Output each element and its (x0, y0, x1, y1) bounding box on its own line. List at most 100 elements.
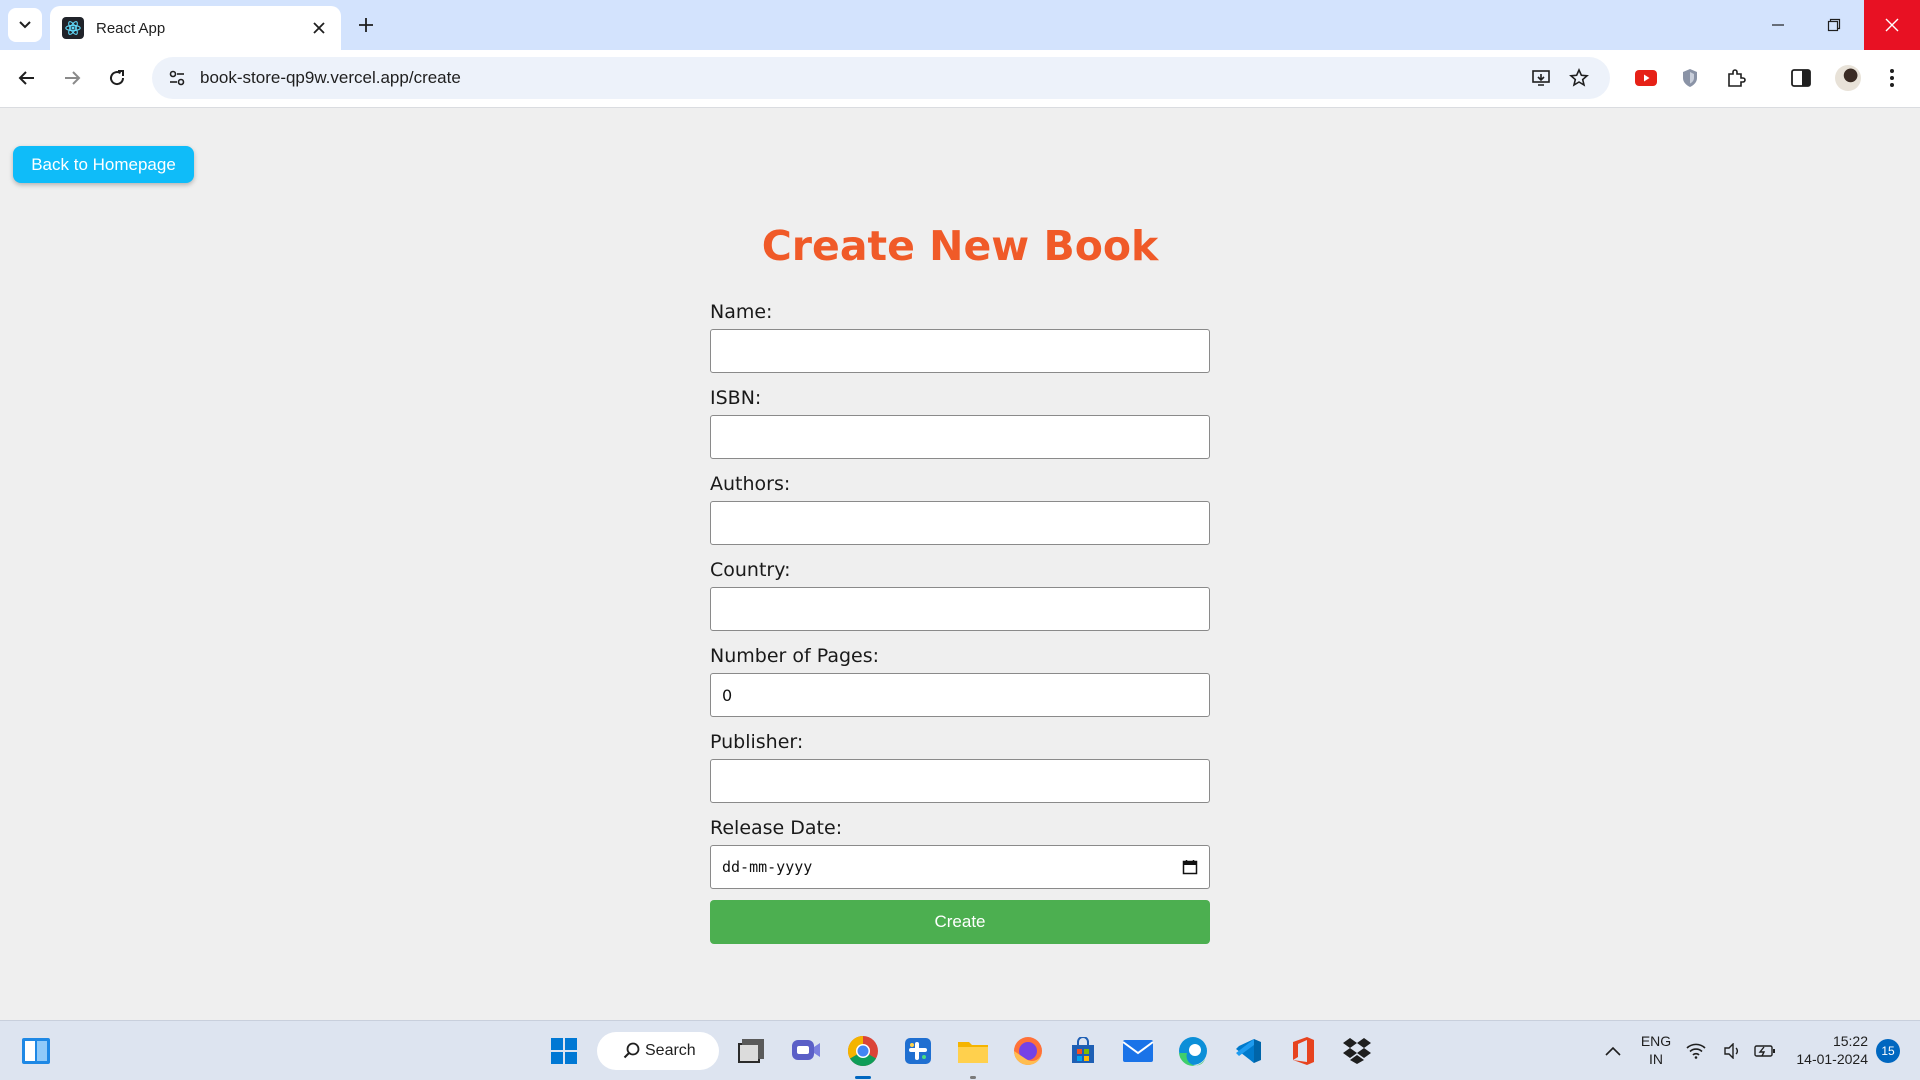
calendar-icon[interactable] (1182, 859, 1198, 875)
forward-nav-button[interactable] (55, 61, 89, 95)
extensions-button[interactable] (1720, 62, 1752, 94)
taskbar-search[interactable]: Search (597, 1032, 719, 1070)
install-app-button[interactable] (1524, 61, 1558, 95)
vscode-icon (1236, 1039, 1261, 1063)
reload-button[interactable] (100, 61, 134, 95)
authors-input[interactable] (710, 501, 1210, 545)
close-icon (1885, 18, 1899, 32)
page-title: Create New Book (761, 222, 1159, 270)
teams-meet-button[interactable] (786, 1031, 826, 1071)
publisher-input[interactable] (710, 759, 1210, 803)
start-button[interactable] (544, 1031, 584, 1071)
pages-label: Number of Pages: (710, 645, 880, 667)
task-view-icon (738, 1039, 764, 1063)
browser-menu-button[interactable] (1876, 62, 1908, 94)
tab-search-button[interactable] (8, 8, 42, 42)
mail-icon (1122, 1040, 1154, 1062)
chevron-up-icon (1605, 1046, 1621, 1056)
url-text: book-store-qp9w.vercel.app/create (200, 68, 461, 87)
file-explorer-button[interactable] (953, 1031, 993, 1079)
firefox-button[interactable] (1008, 1031, 1048, 1071)
shield-extension[interactable] (1674, 62, 1706, 94)
shield-icon (1683, 69, 1697, 87)
edge-button[interactable] (1173, 1031, 1213, 1071)
meet-icon (792, 1040, 820, 1060)
search-icon (623, 1042, 640, 1059)
side-panel-icon (1791, 69, 1811, 87)
windows-logo-icon (551, 1038, 577, 1064)
plus-icon (359, 18, 373, 32)
chrome-icon (847, 1036, 878, 1067)
avatar (1835, 65, 1861, 91)
dropbox-button[interactable] (1337, 1031, 1377, 1071)
restore-button[interactable] (1806, 0, 1862, 50)
bookmark-button[interactable] (1562, 61, 1596, 95)
react-favicon-icon (62, 17, 84, 39)
notification-count-badge[interactable]: 15 (1876, 1039, 1900, 1063)
mail-button[interactable] (1118, 1031, 1158, 1071)
language-indicator[interactable]: ENG IN (1640, 1032, 1672, 1068)
back-to-homepage-button[interactable]: Back to Homepage (13, 146, 194, 183)
isbn-input[interactable] (710, 415, 1210, 459)
volume-status[interactable] (1720, 1031, 1746, 1071)
more-vertical-icon (1890, 69, 1894, 87)
wifi-status[interactable] (1683, 1031, 1709, 1071)
isbn-label: ISBN: (710, 387, 762, 409)
name-label: Name: (710, 301, 773, 323)
folder-icon (958, 1042, 988, 1063)
minimize-button[interactable] (1750, 0, 1806, 50)
create-book-form: Name: ISBN: Authors: Country: Number of … (710, 298, 1210, 944)
widgets-icon (22, 1038, 50, 1064)
restore-icon (1827, 18, 1841, 32)
release-date-input[interactable]: dd-mm-yyyy (710, 845, 1210, 889)
office-button[interactable] (1283, 1031, 1323, 1071)
microsoft-store-button[interactable] (1063, 1031, 1103, 1071)
authors-label: Authors: (710, 473, 791, 495)
star-icon (1569, 68, 1589, 87)
browser-tab[interactable]: React App (50, 6, 341, 50)
new-tab-button[interactable] (353, 12, 379, 38)
clock[interactable]: 15:22 14-01-2024 (1788, 1032, 1868, 1068)
slack-button[interactable] (898, 1031, 938, 1071)
release-date-label: Release Date: (710, 817, 843, 839)
profile-button[interactable] (1832, 62, 1864, 94)
youtube-icon (1635, 70, 1657, 86)
running-indicator (970, 1076, 976, 1079)
volume-icon (1724, 1043, 1738, 1059)
widgets-button[interactable] (16, 1031, 56, 1071)
create-button[interactable]: Create (710, 900, 1210, 944)
wifi-icon (1686, 1043, 1706, 1059)
arrow-left-icon (18, 71, 34, 85)
back-nav-button[interactable] (10, 61, 44, 95)
window-close-button[interactable] (1864, 0, 1920, 50)
edge-icon (1179, 1037, 1207, 1066)
install-icon (1532, 70, 1550, 86)
vscode-button[interactable] (1228, 1031, 1268, 1071)
minimize-icon (1772, 24, 1784, 26)
chrome-taskbar-button[interactable] (843, 1031, 883, 1079)
name-input[interactable] (710, 329, 1210, 373)
arrow-right-icon (65, 71, 81, 85)
dropbox-icon (1343, 1038, 1371, 1064)
pages-input[interactable]: 0 (710, 673, 1210, 717)
region-code: IN (1649, 1051, 1663, 1067)
task-view-button[interactable] (731, 1031, 771, 1071)
battery-charging-icon (1754, 1045, 1775, 1057)
windows-taskbar: Search ENG IN 15:22 14-01-2024 (0, 1020, 1920, 1080)
show-hidden-icons-button[interactable] (1593, 1031, 1633, 1071)
clock-time: 15:22 (1832, 1033, 1868, 1049)
tab-title: React App (96, 19, 166, 37)
address-bar[interactable]: book-store-qp9w.vercel.app/create (152, 57, 1610, 99)
tab-close-button[interactable] (309, 18, 329, 38)
browser-toolbar: book-store-qp9w.vercel.app/create (0, 50, 1920, 108)
country-input[interactable] (710, 587, 1210, 631)
side-panel-button[interactable] (1785, 62, 1817, 94)
battery-status[interactable] (1752, 1031, 1778, 1071)
youtube-extension[interactable] (1630, 62, 1662, 94)
firefox-icon (1014, 1037, 1042, 1065)
search-label: Search (645, 1042, 696, 1059)
site-settings-icon (169, 70, 185, 86)
browser-tab-bar: React App (0, 0, 1920, 50)
release-date-placeholder: dd-mm-yyyy (722, 858, 813, 876)
language-code: ENG (1640, 1033, 1672, 1049)
